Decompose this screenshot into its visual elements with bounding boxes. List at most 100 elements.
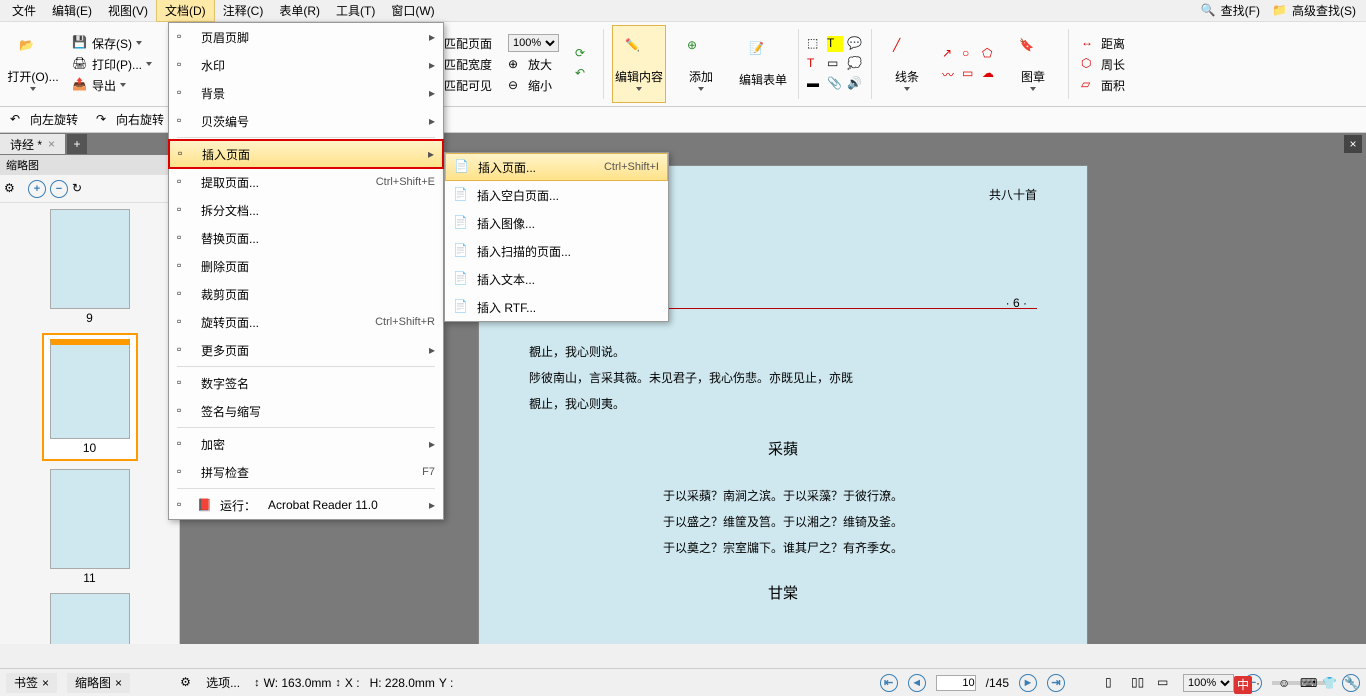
menu-item[interactable]: ▫插入页面▸: [169, 140, 443, 168]
strike-icon[interactable]: ▬: [807, 76, 823, 92]
menu-item[interactable]: ▫拆分文档...: [169, 196, 443, 224]
tray-icon[interactable]: ·: [1256, 676, 1274, 694]
ime-icon[interactable]: 中: [1234, 676, 1252, 694]
advanced-find-button[interactable]: 📁高级查找(S): [1266, 0, 1362, 21]
menu-item[interactable]: ▫贝茨编号▸: [169, 107, 443, 135]
open-button[interactable]: 📂打开(O)...: [6, 25, 60, 103]
menu-annotation[interactable]: 注释(C): [215, 0, 272, 21]
attach-icon[interactable]: 📎: [827, 76, 843, 92]
menu-item[interactable]: ▫提取页面...Ctrl+Shift+E: [169, 168, 443, 196]
gear-icon[interactable]: ⚙: [180, 675, 196, 691]
callout-icon[interactable]: 💭: [847, 56, 863, 72]
find-button[interactable]: 🔍查找(F): [1195, 0, 1266, 21]
zoom-out-button[interactable]: ⊖缩小: [504, 76, 563, 95]
perimeter-button[interactable]: ⬡周长: [1077, 55, 1129, 74]
text-box-icon[interactable]: ▭: [827, 56, 843, 72]
options-button[interactable]: 选项...: [206, 674, 244, 691]
print-button[interactable]: 🖨打印(P)...: [68, 55, 156, 74]
rotate-right-button[interactable]: ↷向右旋转: [92, 110, 168, 129]
menu-window[interactable]: 窗口(W): [383, 0, 442, 21]
menu-item[interactable]: ▫加密▸: [169, 430, 443, 458]
close-tab-icon[interactable]: ×: [48, 137, 55, 151]
submenu-item[interactable]: 📄插入文本...: [445, 265, 668, 293]
refresh-button[interactable]: ⟳: [571, 45, 595, 63]
menu-item[interactable]: ▫水印▸: [169, 51, 443, 79]
undo-button[interactable]: ↶: [571, 65, 595, 83]
menu-item[interactable]: ▫数字签名: [169, 369, 443, 397]
rotate-left-button[interactable]: ↶向左旋转: [6, 110, 82, 129]
nav-last-button[interactable]: ⇥: [1047, 674, 1065, 692]
continuous-icon[interactable]: ▯▯: [1131, 675, 1147, 691]
zoom-select[interactable]: 100%: [504, 33, 563, 53]
submenu-item[interactable]: 📄插入扫描的页面...: [445, 237, 668, 265]
menu-item[interactable]: ▫签名与缩写: [169, 397, 443, 425]
thumbnail[interactable]: 11: [42, 469, 138, 585]
menu-document[interactable]: 文档(D): [156, 0, 215, 22]
submenu-item[interactable]: 📄插入空白页面...: [445, 181, 668, 209]
edit-form-button[interactable]: 📝编辑表单: [736, 25, 790, 103]
single-page-icon[interactable]: ▯: [1105, 675, 1121, 691]
nav-first-button[interactable]: ⇤: [880, 674, 898, 692]
menu-form[interactable]: 表单(R): [271, 0, 328, 21]
thumbnail[interactable]: [42, 593, 138, 644]
sound-icon[interactable]: 🔊: [847, 76, 863, 92]
line-tool-button[interactable]: ╱线条: [880, 25, 934, 103]
add-button[interactable]: ⊕添加: [674, 25, 728, 103]
menu-edit[interactable]: 编辑(E): [44, 0, 100, 21]
tray-icon[interactable]: 👕: [1322, 676, 1340, 694]
menu-tools[interactable]: 工具(T): [328, 0, 383, 21]
menu-item-icon: ▫: [177, 258, 193, 274]
text-select-icon[interactable]: T: [807, 56, 823, 72]
export-button[interactable]: 📤导出: [68, 76, 156, 95]
thumb-rotate-icon[interactable]: ↻: [72, 181, 88, 197]
cloud-icon[interactable]: ☁: [982, 66, 998, 82]
nav-prev-button[interactable]: ◄: [908, 674, 926, 692]
distance-button[interactable]: ↔距离: [1077, 34, 1129, 53]
submenu-item[interactable]: 📄插入图像...: [445, 209, 668, 237]
menu-item[interactable]: ▫删除页面: [169, 252, 443, 280]
submenu-item[interactable]: 📄插入页面...Ctrl+Shift+I: [445, 153, 668, 181]
bookmark-tab[interactable]: 书签×: [6, 673, 57, 693]
area-button[interactable]: ▱面积: [1077, 76, 1129, 95]
menu-view[interactable]: 视图(V): [100, 0, 156, 21]
document-tab[interactable]: 诗经 *×: [0, 134, 65, 154]
thumb-zoom-in[interactable]: +: [28, 180, 46, 198]
tray-icon[interactable]: ☺: [1278, 676, 1296, 694]
tray-icon[interactable]: ⌨: [1300, 676, 1318, 694]
thumbnail-selected[interactable]: 10: [42, 333, 138, 461]
polyline-icon[interactable]: 〰: [942, 66, 958, 82]
zoom-select-status[interactable]: 100%: [1183, 674, 1234, 692]
add-tab-button[interactable]: +: [67, 134, 87, 154]
menu-item[interactable]: ▫拼写检查F7: [169, 458, 443, 486]
select-icon[interactable]: ⬚: [807, 36, 823, 52]
menu-file[interactable]: 文件: [4, 0, 44, 21]
stamp-button[interactable]: 🔖图章: [1006, 25, 1060, 103]
nav-next-button[interactable]: ►: [1019, 674, 1037, 692]
arrow-icon[interactable]: ↗: [942, 46, 958, 62]
menu-item[interactable]: ▫替换页面...: [169, 224, 443, 252]
thumbnail[interactable]: 9: [42, 209, 138, 325]
polygon-icon[interactable]: ⬠: [982, 46, 998, 62]
facing-icon[interactable]: ▭: [1157, 675, 1173, 691]
edit-content-button[interactable]: ✏️编辑内容: [612, 25, 666, 103]
menu-item[interactable]: ▫📕运行：Acrobat Reader 11.0▸: [169, 491, 443, 519]
menu-item[interactable]: ▫页眉页脚▸: [169, 23, 443, 51]
zoom-in-button[interactable]: ⊕放大: [504, 55, 563, 74]
rect-icon[interactable]: ▭: [962, 66, 978, 82]
page-input[interactable]: [936, 675, 976, 691]
note-icon[interactable]: 💬: [847, 36, 863, 52]
menu-item[interactable]: ▫旋转页面...Ctrl+Shift+R: [169, 308, 443, 336]
menu-item[interactable]: ▫裁剪页面: [169, 280, 443, 308]
thumb-zoom-out[interactable]: −: [50, 180, 68, 198]
thumbnails-list[interactable]: 9 10 11: [0, 203, 179, 644]
highlight-icon[interactable]: T: [827, 36, 843, 52]
tray-icon[interactable]: 🔧: [1344, 676, 1362, 694]
gear-icon[interactable]: ⚙: [4, 181, 20, 197]
close-all-button[interactable]: ×: [1344, 135, 1362, 153]
submenu-item[interactable]: 📄插入 RTF...: [445, 293, 668, 321]
save-button[interactable]: 💾保存(S): [68, 34, 156, 53]
menu-item[interactable]: ▫更多页面▸: [169, 336, 443, 364]
thumbnail-tab[interactable]: 缩略图×: [67, 673, 130, 693]
menu-item[interactable]: ▫背景▸: [169, 79, 443, 107]
oval-icon[interactable]: ○: [962, 46, 978, 62]
